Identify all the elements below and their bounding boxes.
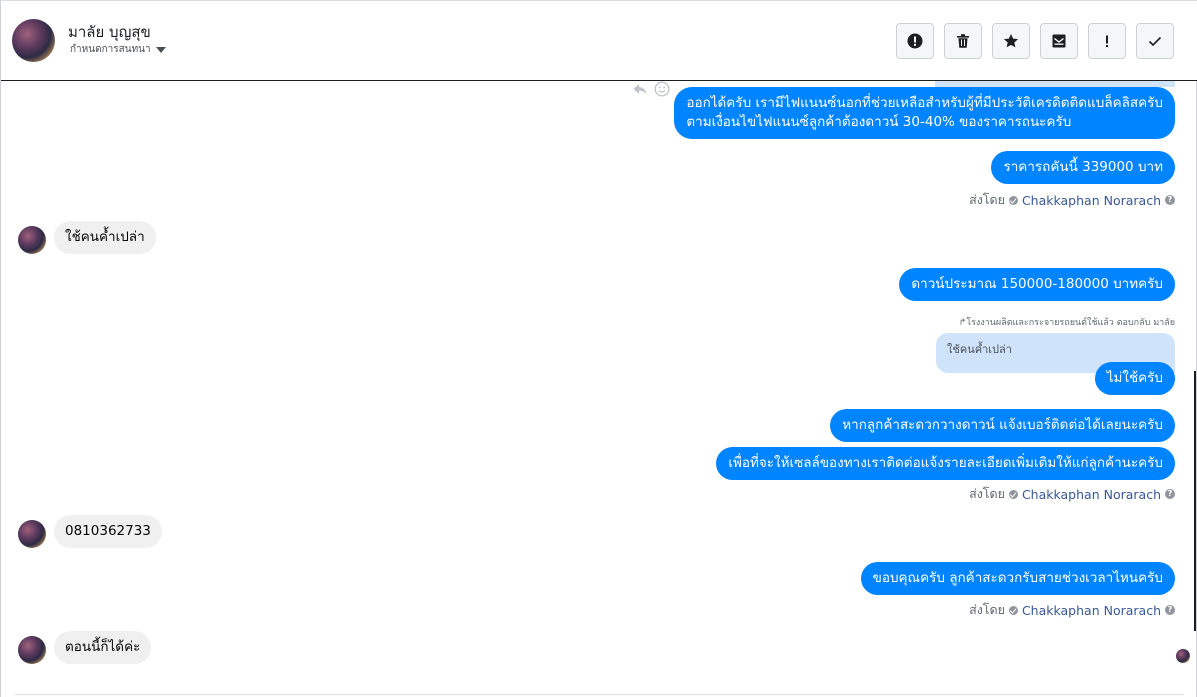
contact-avatar-small[interactable] xyxy=(18,226,46,254)
report-button[interactable] xyxy=(896,23,934,59)
outgoing-message[interactable]: ออกได้ครับ เรามีไฟแนนซ์นอกที่ช่วยเหลือสำ… xyxy=(674,87,1175,139)
chevron-down-icon xyxy=(155,46,166,53)
contact-avatar-small[interactable] xyxy=(18,520,46,548)
messenger-window: มาลัย บุญสุข กำหนดการสนทนา ออกได้ครับ เร… xyxy=(0,0,1197,697)
help-icon[interactable]: ? xyxy=(1165,605,1175,615)
verified-check-icon xyxy=(1008,605,1018,615)
sender-name-link[interactable]: Chakkaphan Norarach xyxy=(1022,603,1161,618)
reply-context-label: ↱โรงงานผลิตและกระจายรถยนต์ใช้แล้ว ตอบกลั… xyxy=(958,318,1175,328)
conversation-status-label: กำหนดการสนทนา xyxy=(70,44,151,55)
important-button[interactable] xyxy=(1088,23,1126,59)
outgoing-message[interactable]: เพื่อที่จะให้เซลล์ของทางเราติดต่อแจ้งราย… xyxy=(716,447,1175,480)
conversation-header: มาลัย บุญสุข กำหนดการสนทนา xyxy=(1,0,1197,81)
outgoing-message[interactable]: ไม่ใช้ครับ xyxy=(1094,362,1175,395)
incoming-message[interactable]: ใช้คนค้ำเปล่า xyxy=(54,221,156,254)
checkmark-icon xyxy=(1148,36,1162,47)
done-button[interactable] xyxy=(1136,23,1174,59)
contact-avatar-small[interactable] xyxy=(18,636,46,664)
sent-by-label: ส่งโดย Chakkaphan Norarach ? xyxy=(969,484,1175,504)
outgoing-message[interactable]: ดาวน์ประมาณ 150000-180000 บาทครับ xyxy=(899,268,1175,301)
contact-name[interactable]: มาลัย บุญสุข xyxy=(68,20,151,44)
sender-name-link[interactable]: Chakkaphan Norarach xyxy=(1022,193,1161,208)
reply-icon[interactable] xyxy=(632,81,648,97)
sent-by-label: ส่งโดย Chakkaphan Norarach ? xyxy=(969,190,1175,210)
quoted-message-text: ใช้คนค้ำเปล่า xyxy=(947,343,1012,356)
star-icon xyxy=(1003,34,1019,48)
conversation-toolbar xyxy=(896,23,1174,59)
sender-name-link[interactable]: Chakkaphan Norarach xyxy=(1022,487,1161,502)
sent-by-text: ส่งโดย xyxy=(969,192,1005,207)
message-actions xyxy=(632,81,670,97)
contact-avatar[interactable] xyxy=(12,19,55,62)
mark-unread-button[interactable] xyxy=(1040,23,1078,59)
delete-button[interactable] xyxy=(944,23,982,59)
sent-by-label: ส่งโดย Chakkaphan Norarach ? xyxy=(969,600,1175,620)
verified-check-icon xyxy=(1008,489,1018,499)
outgoing-message[interactable]: หากลูกค้าสะดวกวางดาวน์ แจ้งเบอร์ติดต่อได… xyxy=(830,409,1175,442)
verified-check-icon xyxy=(1008,195,1018,205)
sent-by-text: ส่งโดย xyxy=(969,486,1005,501)
outgoing-message[interactable]: ราคารถคันนี้ 339000 บาท xyxy=(991,151,1175,184)
scrollbar[interactable] xyxy=(1194,371,1196,631)
message-text-line: ตามเงื่อนไขไฟแนนซ์ลูกค้าต้องดาวน์ 30-40%… xyxy=(686,114,1072,130)
emoji-reaction-icon[interactable] xyxy=(654,81,670,97)
help-icon[interactable]: ? xyxy=(1165,195,1175,205)
star-button[interactable] xyxy=(992,23,1030,59)
exclamation-icon xyxy=(1106,35,1108,47)
conversation-status-dropdown[interactable]: กำหนดการสนทนา xyxy=(70,42,166,57)
incoming-message[interactable]: ตอนนี้ก็ได้ค่ะ xyxy=(54,631,152,664)
alert-circle-icon xyxy=(907,33,923,49)
envelope-icon xyxy=(1052,34,1066,48)
message-thread[interactable]: ออกได้ครับ เรามีไฟแนนซ์นอกที่ช่วยเหลือสำ… xyxy=(1,81,1197,697)
trash-icon xyxy=(957,34,969,48)
incoming-message[interactable]: 0810362733 xyxy=(54,515,162,548)
seen-indicator-avatar xyxy=(1176,649,1190,663)
help-icon[interactable]: ? xyxy=(1165,489,1175,499)
sent-by-text: ส่งโดย xyxy=(969,602,1005,617)
message-text-line: ออกได้ครับ เรามีไฟแนนซ์นอกที่ช่วยเหลือสำ… xyxy=(686,95,1163,111)
outgoing-message[interactable]: ขอบคุณครับ ลูกค้าสะดวกรับสายช่วงเวลาไหนค… xyxy=(860,562,1175,595)
